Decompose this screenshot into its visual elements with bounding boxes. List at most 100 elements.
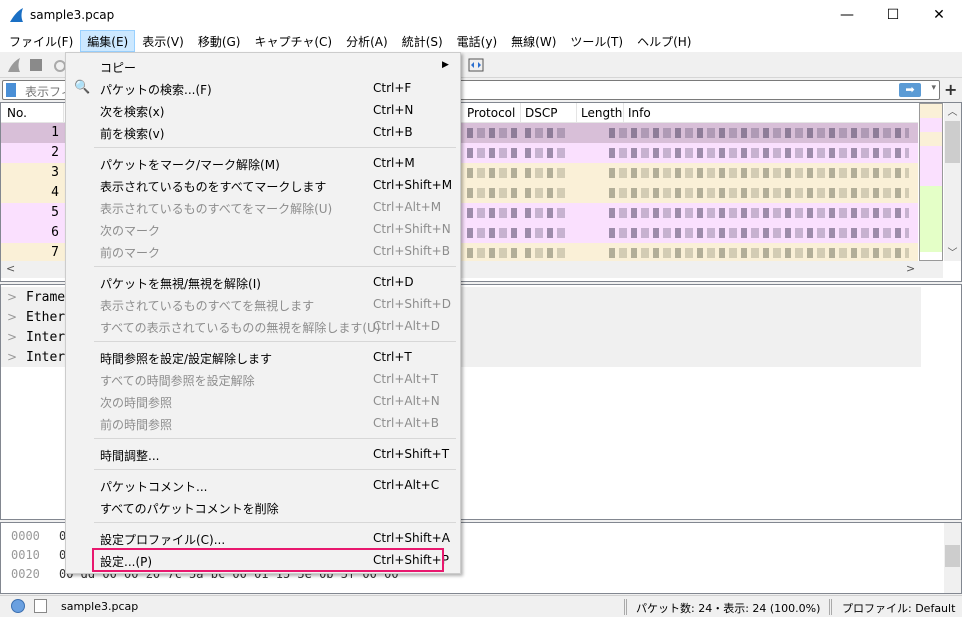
redacted-cell	[467, 188, 517, 198]
edit-menu-item[interactable]: 時間参照を設定/設定解除します Ctrl+T	[66, 346, 460, 368]
redacted-cell	[609, 208, 909, 218]
expert-info-icon[interactable]	[11, 599, 25, 613]
menu-item-shortcut: Ctrl+N	[373, 103, 414, 117]
menu-1[interactable]: 編集(E)	[80, 30, 136, 52]
column-info[interactable]: Info	[628, 106, 651, 120]
redacted-cell	[467, 148, 517, 158]
capture-comment-icon[interactable]	[34, 599, 47, 613]
edit-menu-item[interactable]: 次を検索(x) Ctrl+N	[66, 99, 460, 121]
edit-menu-item[interactable]: 表示されているものすべてをマーク解除(U) Ctrl+Alt+M	[66, 196, 460, 218]
packet-minimap[interactable]	[919, 103, 943, 261]
minimize-button[interactable]: —	[824, 0, 870, 30]
menu-3[interactable]: 移動(G)	[191, 30, 248, 52]
detail-label: Ether	[26, 310, 66, 325]
resize-columns-icon[interactable]	[468, 57, 484, 73]
menu-item-shortcut: Ctrl+Alt+C	[373, 478, 440, 492]
scroll-left-icon[interactable]: <	[6, 262, 15, 275]
redacted-cell	[467, 248, 517, 258]
expand-chevron-icon[interactable]: >	[7, 350, 17, 364]
menu-item-label: 前を検索(v)	[100, 127, 165, 141]
edit-menu-item[interactable]: 前の時間参照 Ctrl+Alt+B	[66, 412, 460, 434]
edit-menu-item[interactable]: 次のマーク Ctrl+Shift+N	[66, 218, 460, 240]
menu-item-shortcut: Ctrl+Shift+M	[373, 178, 453, 192]
menu-item-shortcut: Ctrl+D	[373, 275, 414, 289]
edit-menu-item[interactable]: 表示されているものをすべてマークします Ctrl+Shift+M	[66, 174, 460, 196]
redacted-cell	[609, 248, 909, 258]
byte-offset: 0020	[11, 567, 40, 581]
expand-chevron-icon[interactable]: >	[7, 290, 17, 304]
edit-menu-item[interactable]: 次の時間参照 Ctrl+Alt+N	[66, 390, 460, 412]
menu-item-label: パケットをマーク/マーク解除(M)	[100, 158, 280, 172]
stop-capture-icon[interactable]	[30, 59, 42, 71]
menu-6[interactable]: 統計(S)	[395, 30, 450, 52]
menu-5[interactable]: 分析(A)	[339, 30, 395, 52]
menu-item-shortcut: Ctrl+Alt+N	[373, 394, 440, 408]
menu-item-shortcut: Ctrl+F	[373, 81, 412, 95]
byte-offset: 0000	[11, 529, 40, 543]
column-dscp[interactable]: DSCP	[525, 106, 557, 120]
menu-item-label: すべての表示されているものの無視を解除します(U)	[100, 321, 381, 335]
menu-item-shortcut: Ctrl+B	[373, 125, 413, 139]
edit-menu-item[interactable]: すべてのパケットコメントを削除	[66, 496, 460, 518]
edit-menu-item[interactable]: すべての表示されているものの無視を解除します(U) Ctrl+Alt+D	[66, 315, 460, 337]
menu-item-label: コピー	[100, 61, 137, 75]
bookmark-icon[interactable]	[6, 83, 16, 97]
title-bar: sample3.pcap — ☐ ✕	[0, 0, 962, 30]
menu-item-label: すべての時間参照を設定解除	[100, 374, 255, 388]
menu-2[interactable]: 表示(V)	[135, 30, 191, 52]
redacted-cell	[609, 128, 909, 138]
menu-9[interactable]: ツール(T)	[563, 30, 630, 52]
menu-item-label: パケットを無視/無視を解除(I)	[100, 277, 261, 291]
column-protocol[interactable]: Protocol	[467, 106, 515, 120]
maximize-button[interactable]: ☐	[870, 0, 916, 30]
highlight-annotation-box	[92, 548, 444, 572]
expand-chevron-icon[interactable]: >	[7, 330, 17, 344]
edit-menu-item[interactable]: コピー ▶	[66, 55, 460, 77]
redacted-cell	[609, 168, 909, 178]
edit-menu-item[interactable]: 時間調整... Ctrl+Shift+T	[66, 443, 460, 465]
menu-0[interactable]: ファイル(F)	[2, 30, 80, 52]
packet-number: 1	[51, 125, 59, 140]
menu-8[interactable]: 無線(W)	[504, 30, 563, 52]
start-capture-icon[interactable]	[6, 57, 22, 73]
menu-item-label: 表示されているものすべてをマーク解除(U)	[100, 202, 333, 216]
status-profile[interactable]: プロファイル: Default	[842, 600, 955, 616]
edit-menu-item[interactable]: 🔍 パケットの検索...(F) Ctrl+F	[66, 77, 460, 99]
redacted-cell	[467, 168, 517, 178]
edit-menu-item[interactable]: パケットを無視/無視を解除(I) Ctrl+D	[66, 271, 460, 293]
edit-menu-item[interactable]: パケットをマーク/マーク解除(M) Ctrl+M	[66, 152, 460, 174]
menu-item-label: すべてのパケットコメントを削除	[100, 502, 279, 516]
scroll-right-icon[interactable]: >	[906, 262, 915, 275]
expand-chevron-icon[interactable]: >	[7, 310, 17, 324]
status-filename: sample3.pcap	[61, 600, 139, 613]
menu-item-label: 時間調整...	[100, 449, 160, 463]
menu-bar: ファイル(F) 編集(E) 表示(V) 移動(G) キャプチャ(C) 分析(A) 統計(S)…	[0, 30, 962, 52]
window-title: sample3.pcap	[30, 8, 115, 22]
menu-item-shortcut: Ctrl+T	[373, 350, 412, 364]
add-filter-button[interactable]: +	[944, 80, 957, 99]
column-no[interactable]: No.	[7, 106, 27, 120]
menu-7[interactable]: 電話(y)	[450, 30, 504, 52]
bytes-vscrollbar[interactable]	[944, 523, 961, 593]
apply-filter-button[interactable]: ➡	[899, 83, 921, 97]
edit-menu-item[interactable]: 表示されているものすべてを無視します Ctrl+Shift+D	[66, 293, 460, 315]
menu-10[interactable]: ヘルプ(H)	[630, 30, 698, 52]
redacted-cell	[525, 228, 565, 238]
filter-history-dropdown[interactable]: ▾	[931, 83, 936, 93]
menu-item-shortcut: Ctrl+Alt+T	[373, 372, 439, 386]
detail-label: Inter	[26, 330, 66, 345]
menu-item-shortcut: Ctrl+Alt+M	[373, 200, 442, 214]
edit-menu-item[interactable]: すべての時間参照を設定解除 Ctrl+Alt+T	[66, 368, 460, 390]
menu-item-label: 前の時間参照	[100, 418, 173, 432]
edit-menu-item[interactable]: 設定プロファイル(C)... Ctrl+Shift+A	[66, 527, 460, 549]
redacted-cell	[525, 208, 565, 218]
menu-4[interactable]: キャプチャ(C)	[247, 30, 339, 52]
column-length[interactable]: Length	[581, 106, 622, 120]
menu-item-shortcut: Ctrl+Shift+A	[373, 531, 450, 545]
close-button[interactable]: ✕	[916, 0, 962, 30]
edit-menu-item[interactable]: 前を検索(v) Ctrl+B	[66, 121, 460, 143]
edit-menu-item[interactable]: 前のマーク Ctrl+Shift+B	[66, 240, 460, 262]
packet-list-vscrollbar[interactable]: ︿ ﹀	[944, 103, 961, 261]
edit-menu-item[interactable]: パケットコメント... Ctrl+Alt+C	[66, 474, 460, 496]
menu-separator	[94, 341, 456, 342]
